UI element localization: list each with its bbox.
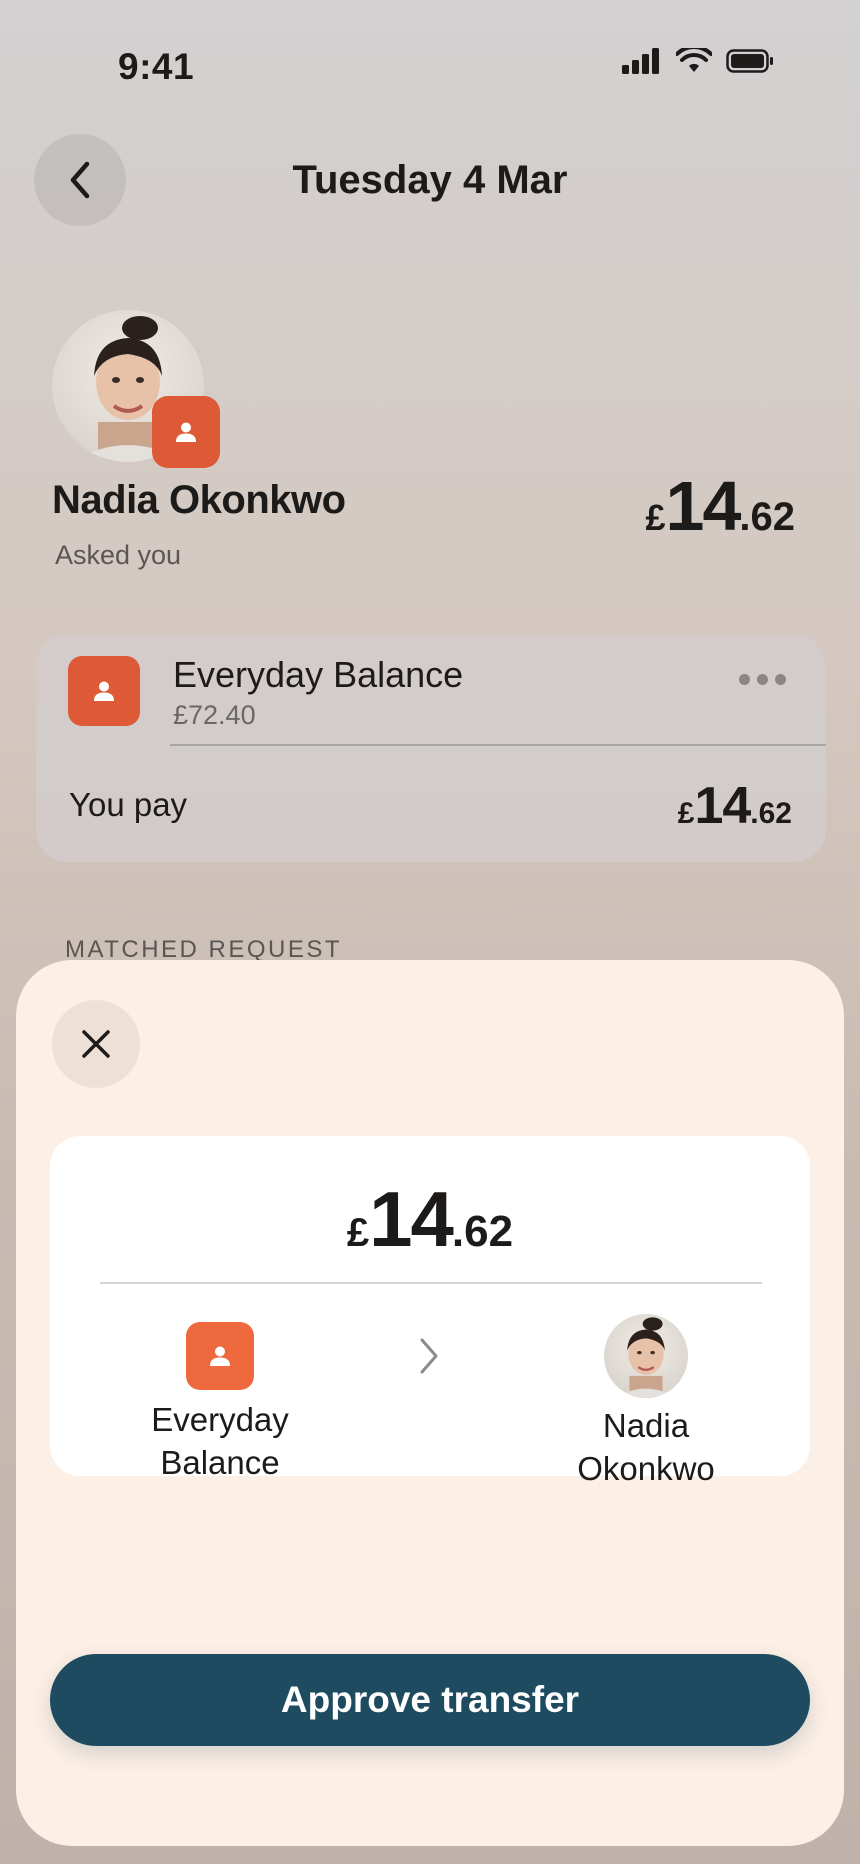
transfer-summary-card: £ 14 .62 Everyday Balance Nadia Okonkwo — [50, 1136, 810, 1487]
divider — [100, 1282, 762, 1284]
recipient-avatar — [604, 1314, 688, 1398]
pay-amount: £ 14 .62 — [678, 776, 792, 836]
payment-source-card[interactable]: Everyday Balance £72.40 You pay £ 14 .62 — [36, 634, 826, 862]
amount-decimal: .62 — [451, 1207, 514, 1256]
from-account-icon — [186, 1322, 254, 1390]
person-icon — [176, 422, 196, 442]
battery-icon — [726, 49, 773, 73]
close-icon — [82, 1030, 110, 1058]
amount-integer: 14 — [694, 777, 751, 835]
account-icon — [68, 656, 140, 726]
person-icon — [210, 1346, 230, 1366]
confirm-sheet: £ 14 .62 Everyday Balance Nadia Okonkwo … — [16, 960, 844, 1846]
signal-icon — [622, 48, 659, 74]
page-title: Tuesday 4 Mar — [292, 158, 568, 202]
approve-transfer-button[interactable]: Approve transfer — [50, 1654, 810, 1746]
from-account-label: Everyday Balance — [120, 1398, 320, 1484]
more-icon[interactable] — [739, 674, 786, 685]
chevron-right-icon — [420, 1338, 438, 1374]
to-line-2: Okonkwo — [577, 1450, 715, 1487]
close-button[interactable] — [52, 1000, 140, 1088]
amount-currency: £ — [645, 497, 666, 538]
account-name: Everyday Balance — [173, 654, 464, 695]
requester-name: Nadia Okonkwo — [52, 478, 346, 522]
transfer-amount: £ 14 .62 — [50, 1174, 810, 1265]
amount-currency: £ — [677, 797, 695, 830]
pay-label: You pay — [69, 786, 188, 823]
amount-integer: 14 — [665, 467, 742, 545]
recipient-label: Nadia Okonkwo — [546, 1404, 746, 1490]
from-line-1: Everyday — [151, 1401, 289, 1438]
status-time: 9:41 — [118, 46, 195, 87]
status-bar: 9:41 — [0, 0, 860, 130]
status-icons — [622, 48, 774, 74]
from-line-2: Balance — [160, 1444, 280, 1481]
requester-badge — [152, 396, 220, 468]
amount-currency: £ — [346, 1211, 370, 1255]
amount-integer: 14 — [369, 1175, 454, 1263]
wifi-icon — [676, 48, 712, 72]
amount-decimal: .62 — [739, 495, 795, 539]
to-line-1: Nadia — [602, 1407, 690, 1444]
request-amount: £ 14 .62 — [645, 466, 795, 546]
person-icon — [94, 681, 114, 701]
request-status: Asked you — [55, 540, 182, 570]
divider — [170, 744, 826, 746]
account-balance: £72.40 — [173, 700, 256, 730]
amount-decimal: .62 — [750, 797, 792, 830]
